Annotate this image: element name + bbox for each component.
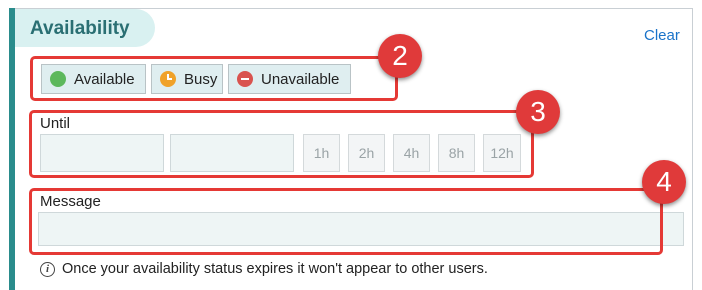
annotation-box-3 <box>29 110 534 178</box>
panel-title: Availability <box>30 18 130 39</box>
annotation-badge-3: 3 <box>516 90 560 134</box>
clear-link[interactable]: Clear <box>644 27 680 44</box>
panel-accent-bar <box>9 8 15 290</box>
info-icon: i <box>40 261 55 277</box>
expiry-hint-text: Once your availability status expires it… <box>62 261 488 277</box>
annotation-badge-4: 4 <box>642 160 686 204</box>
expiry-hint: i Once your availability status expires … <box>40 261 488 277</box>
annotation-box-2 <box>30 56 398 101</box>
annotation-badge-2: 2 <box>378 34 422 78</box>
annotation-box-4 <box>29 188 663 255</box>
